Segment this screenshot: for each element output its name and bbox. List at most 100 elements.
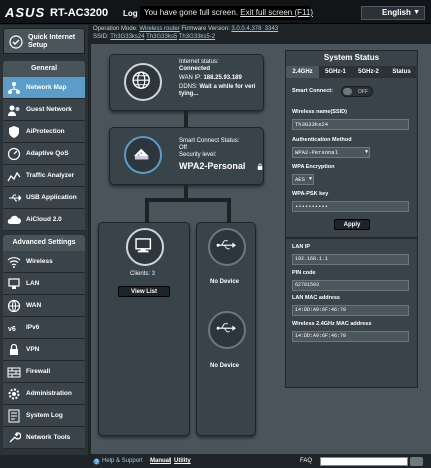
chevron-down-icon: ▼ (308, 176, 312, 182)
wpa-psk-input[interactable]: •••••••••• (292, 201, 409, 212)
connector-line (184, 111, 188, 127)
sidebar-item-adaptive-qos[interactable]: Adaptive QoS (3, 143, 85, 165)
usb-icon (216, 323, 236, 333)
network-map-icon (8, 82, 20, 94)
ddns-label: DDNS: (179, 84, 198, 90)
sidebar-item-ipv6[interactable]: v6 IPv6 (3, 317, 85, 339)
internet-status-label: Internet status: (179, 59, 219, 65)
asus-logo: ASUS (5, 5, 46, 20)
toggle-state-label: OFF (358, 89, 368, 95)
auth-method-select[interactable]: WPA2-Personal ▼ (292, 147, 370, 158)
sidebar-item-system-log[interactable]: System Log (3, 405, 85, 427)
panel-divider (286, 237, 418, 239)
tab-status[interactable]: Status (385, 66, 418, 78)
sidebar-item-guest-network[interactable]: Guest Network (3, 99, 85, 121)
logout-button[interactable]: Log (123, 9, 138, 18)
advanced-settings-heading: Advanced Settings (3, 235, 85, 251)
wireless-name-input[interactable]: Th3G33ks24 (292, 119, 409, 130)
ssid-link-24[interactable]: Th3G33ks24 (110, 34, 144, 40)
usb-card[interactable]: USB 3.0 No Device USB 2.0 No Device (196, 222, 256, 436)
sidebar-item-network-tools[interactable]: Network Tools (3, 427, 85, 449)
language-value: English (382, 8, 411, 17)
clients-count[interactable]: 3 (152, 271, 155, 277)
sidebar-item-usb-application[interactable]: USB Application (3, 187, 85, 209)
sidebar-item-firewall[interactable]: Firewall (3, 361, 85, 383)
faq-search-button[interactable] (410, 457, 423, 466)
sidebar-item-label: System Log (26, 412, 63, 419)
wireless-mac-value: 14:DD:A9:6F:46:70 (292, 331, 409, 342)
wan-icon (7, 299, 21, 313)
sidebar-item-label: Adaptive QoS (26, 150, 69, 157)
manual-link[interactable]: Manual (150, 458, 171, 464)
sidebar-item-traffic-analyzer[interactable]: Traffic Analyzer (3, 165, 85, 187)
faq-search-input[interactable] (320, 457, 408, 466)
chevron-down-icon: ▼ (364, 149, 368, 155)
language-select[interactable]: English ▼ (361, 6, 425, 20)
wireless-name-label: Wireless name(SSID) (292, 109, 347, 115)
usb1-port-tag: USB 3.0 (210, 269, 239, 276)
usb1-icon-circle[interactable] (208, 228, 246, 266)
guest-network-icon (8, 105, 20, 116)
monitor-icon (135, 238, 152, 253)
qos-icon (7, 147, 21, 161)
ddns-value-cont: tying... (179, 91, 199, 97)
sidebar-item-network-map[interactable]: Network Map (3, 77, 85, 99)
sidebar-item-label: AiProtection (26, 128, 65, 135)
exit-fullscreen-link[interactable]: Exit full screen (F11) (240, 8, 313, 17)
operation-mode-link[interactable]: Wireless router (139, 26, 179, 32)
usb2-port-tag: USB 2.0 (210, 352, 239, 359)
auth-method-value: WPA2-Personal (295, 149, 338, 156)
sidebar-item-label: Guest Network (26, 106, 72, 113)
pin-code-value: 62781503 (292, 280, 409, 291)
help-icon: ? (93, 458, 100, 465)
apply-button[interactable]: Apply (334, 219, 370, 230)
tab-2-4ghz[interactable]: 2.4GHz (286, 66, 319, 78)
sidebar-item-administration[interactable]: Administration (3, 383, 85, 405)
ssid-link-5-2[interactable]: Th3G33ks5-2 (179, 34, 215, 40)
firmware-label: Firmware Version: (181, 26, 230, 32)
usb1-status: No Device (210, 279, 240, 285)
qis-label-line1: Quick Internet (28, 34, 76, 41)
sidebar-item-wan[interactable]: WAN (3, 295, 85, 317)
aiprotection-icon (9, 126, 19, 138)
sidebar-item-aicloud-2-0[interactable]: AiCloud 2.0 (3, 209, 85, 231)
tab-5ghz-2[interactable]: 5GHz-2 (352, 66, 385, 78)
wpa-encryption-select[interactable]: AES ▼ (292, 174, 314, 185)
router-card[interactable]: Smart Connect Status: Off Security level… (109, 127, 264, 185)
connector-line (145, 198, 149, 222)
sidebar-item-label: WAN (26, 302, 42, 309)
wireless-mac-label: Wireless 2.4GHz MAC address (292, 321, 372, 327)
lock-icon (257, 163, 263, 170)
faq-label: FAQ (300, 458, 313, 464)
internet-card[interactable]: Internet status: Connected WAN IP: 188.2… (109, 54, 264, 111)
quick-internet-setup-button[interactable]: Quick Internet Setup (3, 28, 85, 54)
qis-label-line2: Setup (28, 42, 48, 49)
sidebar-item-lan[interactable]: LAN (3, 273, 85, 295)
usb2-icon-circle[interactable] (208, 311, 246, 349)
clients-label: Clients: (130, 271, 151, 277)
cloud-icon (7, 215, 21, 224)
smart-connect-toggle[interactable]: OFF (341, 86, 373, 97)
sidebar-item-label: Administration (26, 390, 72, 397)
sidebar-item-vpn[interactable]: VPN (3, 339, 85, 361)
tab-5ghz-1[interactable]: 5GHz-1 (319, 66, 352, 78)
firmware-link[interactable]: 3.0.0.4.378_3343 (231, 26, 278, 32)
globe-icon (132, 71, 150, 89)
clients-card[interactable]: Clients: 3 View List (98, 222, 190, 436)
ssid-link-5[interactable]: Th3G33ks5 (146, 34, 177, 40)
lan-mac-label: LAN MAC address (292, 295, 340, 301)
router-icon (134, 148, 149, 160)
sidebar-item-label: VPN (26, 346, 40, 353)
sidebar-item-aiprotection[interactable]: AiProtection (3, 121, 85, 143)
view-list-button[interactable]: View List (118, 286, 170, 297)
system-status-panel: System Status 2.4GHz 5GHz-1 5GHz-2 Statu… (285, 50, 418, 388)
help-support-link[interactable]: Help & Support (102, 458, 143, 464)
internet-icon-circle (124, 63, 162, 101)
connector-line (184, 185, 188, 199)
sidebar-item-wireless[interactable]: Wireless (3, 251, 85, 273)
sidebar: Quick Internet Setup General Network Map… (0, 25, 88, 468)
utility-link[interactable]: Utility (174, 458, 191, 464)
usb-icon (9, 194, 21, 202)
auth-method-label: Authentication Method (292, 137, 352, 143)
wan-ip-label: WAN IP: (179, 75, 202, 81)
